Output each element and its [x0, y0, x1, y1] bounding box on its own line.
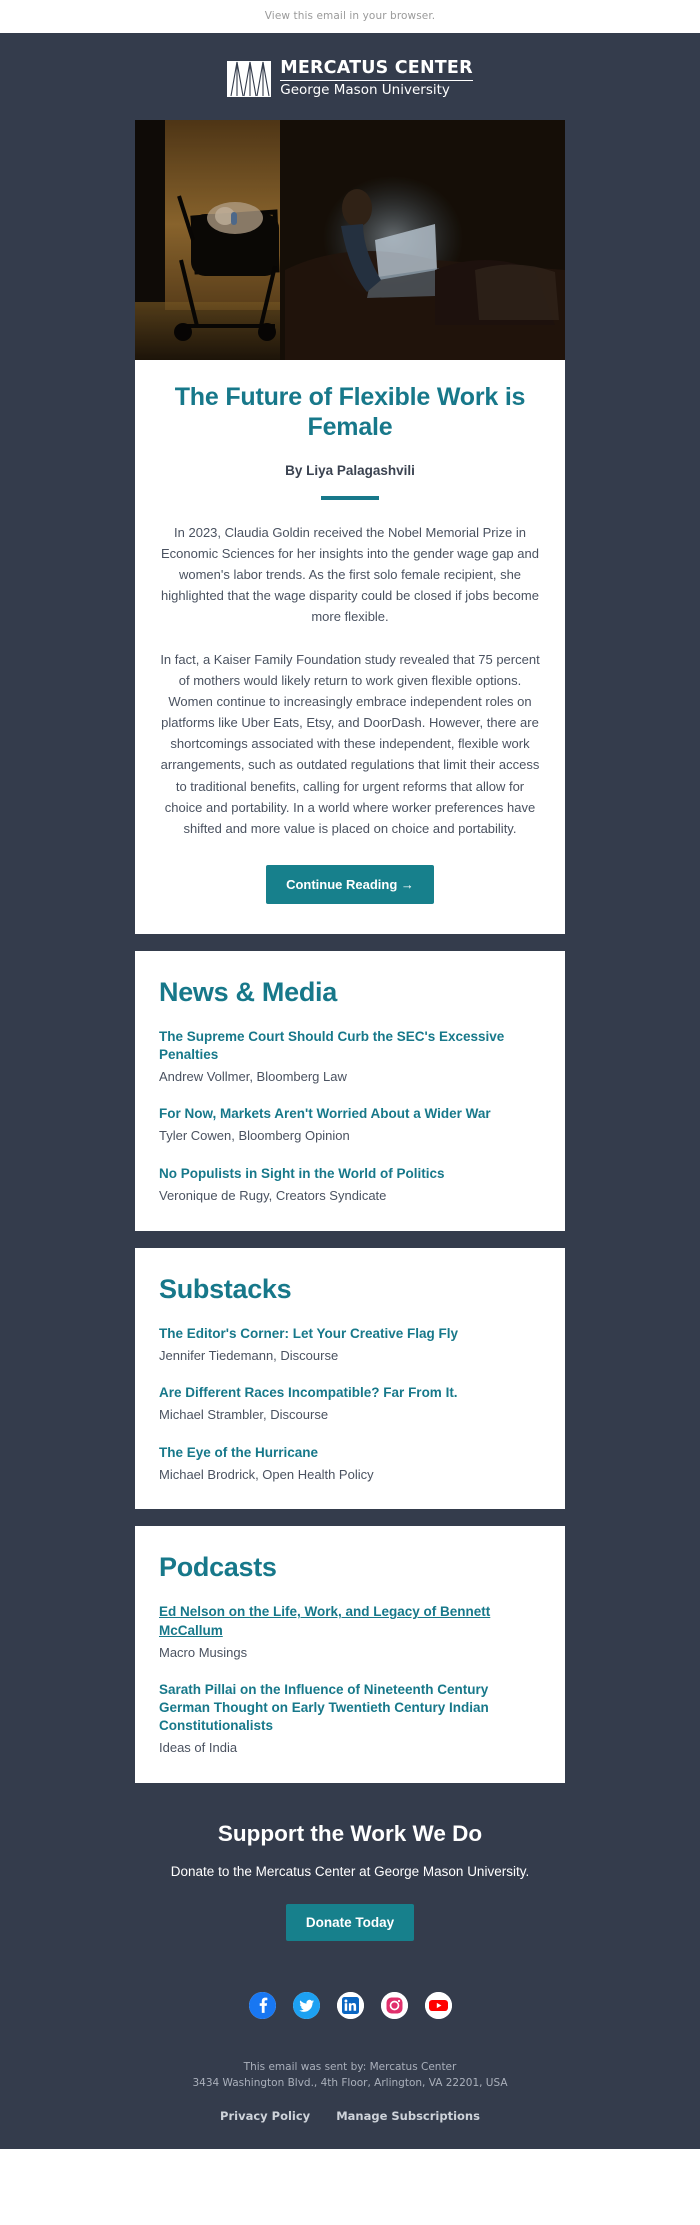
news-meta-3: Veronique de Rugy, Creators Syndicate [159, 1188, 387, 1204]
article-paragraph-1: In 2023, Claudia Goldin received the Nob… [161, 525, 539, 625]
linkedin-icon[interactable] [336, 1991, 364, 2019]
donate-button-wrap: Donate Today [30, 1903, 670, 1941]
news-link-1[interactable]: The Supreme Court Should Curb the SEC's … [159, 1028, 541, 1064]
podcast-meta-1: Macro Musings [159, 1644, 248, 1660]
article-content: The Future of Flexible Work is Female By… [135, 360, 565, 934]
logo-subtitle: George Mason University [280, 81, 450, 98]
section-heading-substacks: Substacks [159, 1273, 292, 1304]
list-item: The Eye of the Hurricane Michael Brodric… [159, 1444, 541, 1484]
preheader: View this email in your browser. [0, 0, 700, 33]
section-spacer [0, 933, 700, 951]
manage-subscriptions-link[interactable]: Manage Subscriptions [336, 2109, 480, 2123]
footer-sent-by: This email was sent by: Mercatus Center [243, 2060, 457, 2073]
article-paragraph-2: In fact, a Kaiser Family Foundation stud… [160, 652, 540, 836]
substack-meta-1: Jennifer Tiedemann, Discourse [159, 1347, 339, 1363]
list-item: The Supreme Court Should Curb the SEC's … [159, 1028, 541, 1086]
substack-link-2[interactable]: Are Different Races Incompatible? Far Fr… [159, 1384, 541, 1402]
mercatus-logo-icon [227, 60, 272, 97]
twitter-icon[interactable] [292, 1991, 320, 2019]
section-spacer [0, 1782, 700, 1795]
news-meta-1: Andrew Vollmer, Bloomberg Law [159, 1068, 347, 1084]
youtube-icon[interactable] [424, 1991, 452, 2019]
podcast-link-2[interactable]: Sarath Pillai on the Influence of Ninete… [159, 1681, 541, 1735]
substack-link-1[interactable]: The Editor's Corner: Let Your Creative F… [159, 1325, 541, 1343]
section-heading-news-media: News & Media [159, 976, 337, 1007]
list-item: Are Different Races Incompatible? Far Fr… [159, 1384, 541, 1424]
hero-image [135, 120, 565, 360]
section-news-media: News & Media The Supreme Court Should Cu… [135, 950, 565, 1231]
substack-meta-3: Michael Brodrick, Open Health Policy [159, 1466, 374, 1482]
article-title: The Future of Flexible Work is Female [174, 383, 526, 441]
section-spacer [0, 1230, 700, 1248]
news-meta-2: Tyler Cowen, Bloomberg Opinion [159, 1128, 350, 1144]
social-links [0, 1964, 700, 2046]
continue-reading-wrap: Continue Reading → [157, 864, 543, 904]
section-substacks: Substacks The Editor's Corner: Let Your … [135, 1247, 565, 1510]
continue-reading-button[interactable]: Continue Reading → [266, 864, 434, 904]
article-card: The Future of Flexible Work is Female By… [135, 120, 565, 934]
list-item: Ed Nelson on the Life, Work, and Legacy … [159, 1603, 541, 1661]
logo-header: MERCATUS CENTER George Mason University [0, 33, 700, 120]
list-item: The Editor's Corner: Let Your Creative F… [159, 1325, 541, 1365]
news-link-3[interactable]: No Populists in Sight in the World of Po… [159, 1165, 541, 1183]
instagram-icon[interactable] [380, 1991, 408, 2019]
substack-meta-2: Michael Strambler, Discourse [159, 1407, 329, 1423]
list-item: For Now, Markets Aren't Worried About a … [159, 1105, 541, 1145]
article-byline: By Liya Palagashvili [285, 463, 415, 478]
support-heading: Support the Work We Do [217, 1820, 483, 1846]
list-item: No Populists in Sight in the World of Po… [159, 1165, 541, 1205]
podcast-meta-2: Ideas of India [159, 1740, 238, 1756]
list-item: Sarath Pillai on the Influence of Ninete… [159, 1681, 541, 1757]
section-heading-podcasts: Podcasts [159, 1552, 277, 1583]
facebook-icon[interactable] [248, 1991, 276, 2019]
footer-address: 3434 Washington Blvd., 4th Floor, Arling… [192, 2076, 508, 2089]
footer: This email was sent by: Mercatus Center … [0, 2045, 700, 2150]
logo-title: MERCATUS CENTER [280, 59, 473, 81]
privacy-policy-link[interactable]: Privacy Policy [220, 2109, 310, 2123]
title-divider [321, 496, 379, 500]
support-description: Donate to the Mercatus Center at George … [170, 1863, 530, 1879]
support-section: Support the Work We Do Donate to the Mer… [0, 1794, 700, 1965]
footer-links: Privacy Policy Manage Subscriptions [0, 2109, 700, 2123]
mercatus-logo[interactable]: MERCATUS CENTER George Mason University [227, 59, 473, 98]
email-body: View this email in your browser. MERCATU… [0, 0, 700, 2150]
donate-today-button[interactable]: Donate Today [285, 1903, 415, 1941]
view-in-browser-link[interactable]: View this email in your browser. [265, 10, 436, 22]
substack-link-3[interactable]: The Eye of the Hurricane [159, 1444, 541, 1462]
news-link-2[interactable]: For Now, Markets Aren't Worried About a … [159, 1105, 541, 1123]
section-spacer [0, 1509, 700, 1527]
section-podcasts: Podcasts Ed Nelson on the Life, Work, an… [135, 1526, 565, 1783]
podcast-link-1[interactable]: Ed Nelson on the Life, Work, and Legacy … [159, 1603, 541, 1639]
